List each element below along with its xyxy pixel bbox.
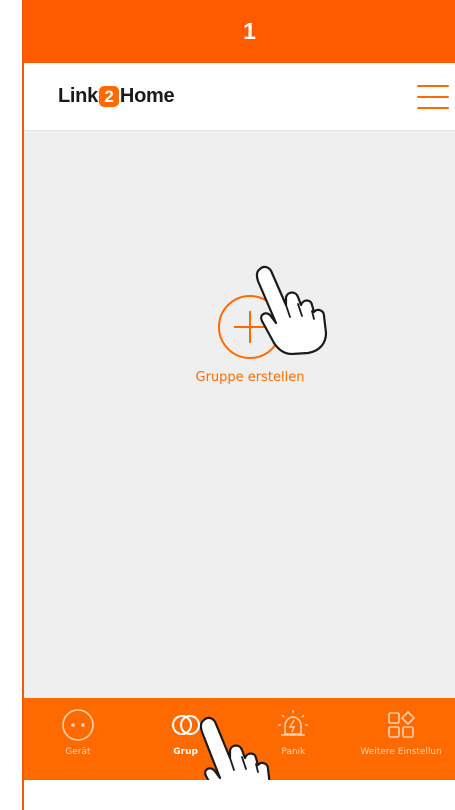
logo-text-right: Home (119, 85, 175, 107)
logo-badge: 2 (98, 86, 119, 107)
app-header: Link 2 Home (24, 63, 455, 131)
tab-more-settings-label: Weitere Einstellun (360, 747, 442, 757)
socket-icon (62, 709, 94, 741)
tab-panic-label: Panik (281, 747, 306, 757)
pointing-hand-icon (255, 265, 328, 355)
step-number: 1 (243, 18, 256, 44)
brand-logo: Link 2 Home (58, 85, 175, 108)
create-group-label[interactable]: Gruppe erstellen (196, 370, 305, 385)
tab-device-label: Gerät (65, 747, 91, 757)
step-banner: 1 (24, 0, 455, 63)
logo-text-left: Link (58, 85, 98, 107)
tab-more-settings[interactable]: Weitere Einstellun (347, 698, 455, 780)
hamburger-menu-icon[interactable] (417, 85, 449, 109)
alarm-siren-icon (278, 710, 309, 736)
group-content-area: Gruppe erstellen (24, 131, 455, 698)
tab-device[interactable]: Gerät (24, 698, 132, 780)
bottom-strip (24, 780, 455, 810)
app-frame: 1 Link 2 Home Gruppe erstellen Gerät Gru… (22, 0, 455, 810)
grid-settings-icon (388, 710, 416, 738)
